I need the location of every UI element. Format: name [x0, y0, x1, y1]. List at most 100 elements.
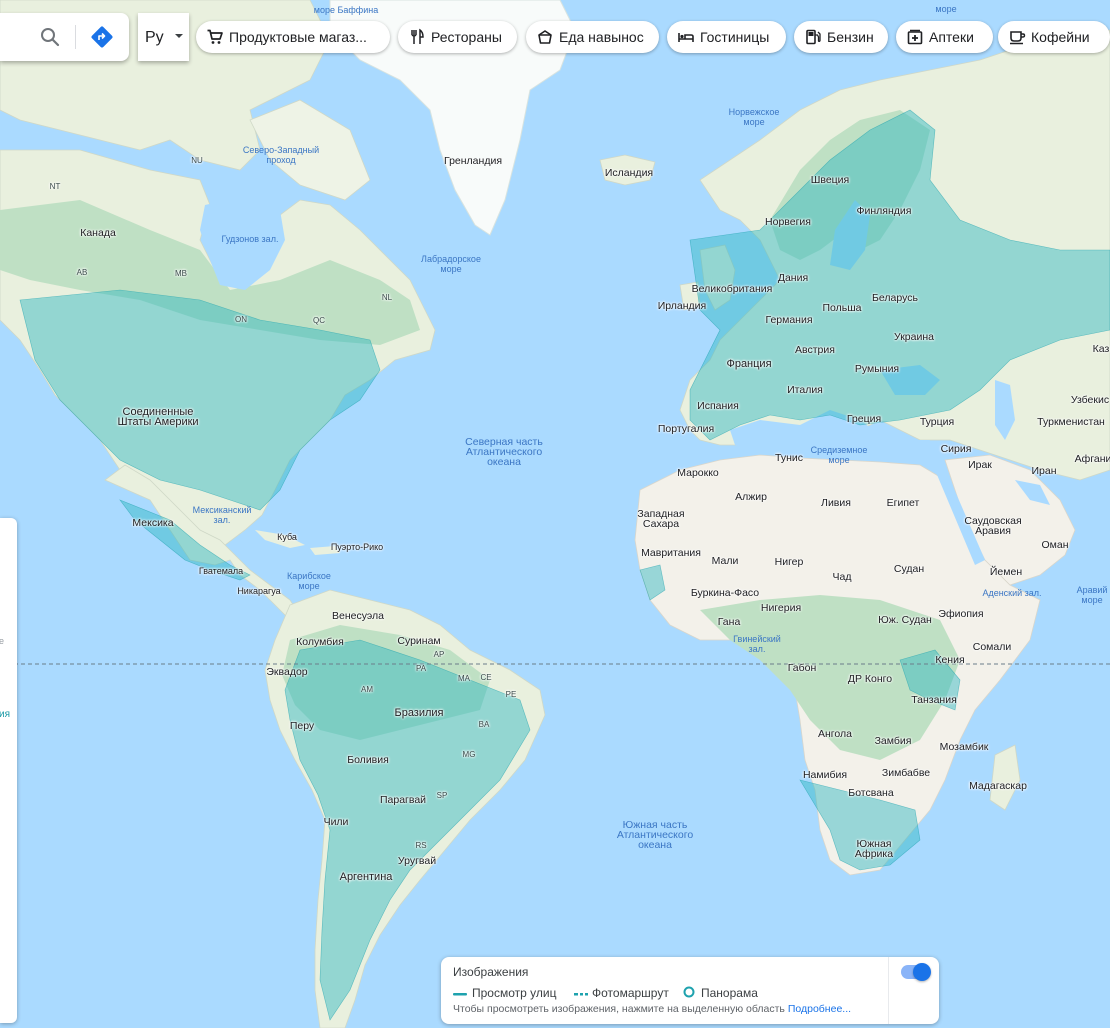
place-namibia[interactable]: Намибия: [803, 770, 847, 781]
side-panel[interactable]: е ия: [0, 518, 17, 1023]
place-egypt[interactable]: Египет: [887, 498, 920, 509]
chip-cafes[interactable]: Кофейни: [998, 21, 1110, 53]
place-niger[interactable]: Нигер: [775, 557, 804, 568]
place-brazil[interactable]: Бразилия: [394, 708, 443, 719]
place-algeria[interactable]: Алжир: [735, 492, 767, 503]
place-kenya[interactable]: Кения: [935, 655, 964, 666]
legend-hint-text: Чтобы просмотреть изображения, нажмите н…: [453, 1003, 785, 1015]
place-colombia[interactable]: Колумбия: [296, 637, 344, 648]
place-greenland[interactable]: Гренландия: [444, 156, 502, 167]
place-argentina[interactable]: Аргентина: [340, 872, 393, 883]
place-morocco[interactable]: Марокко: [677, 468, 719, 479]
place-sudan[interactable]: Судан: [894, 564, 924, 575]
place-paraguay[interactable]: Парагвай: [380, 795, 426, 806]
place-bolivia[interactable]: Боливия: [347, 755, 389, 766]
place-kazakhstan[interactable]: Каз: [1093, 344, 1110, 355]
legend-item-street-view: Просмотр улиц: [453, 986, 556, 1000]
place-tunisia[interactable]: Тунис: [775, 453, 803, 464]
place-ukraine[interactable]: Украина: [894, 332, 934, 343]
place-somalia[interactable]: Сомали: [973, 642, 1011, 653]
chip-pharmacies[interactable]: Аптеки: [896, 21, 993, 53]
place-dr-congo[interactable]: ДР Конго: [848, 674, 892, 685]
side-panel-fragment: е: [0, 636, 5, 646]
water-label-mediterranean: Средиземное море: [810, 445, 868, 465]
place-nigeria[interactable]: Нигерия: [761, 603, 801, 614]
place-ecuador[interactable]: Эквадор: [266, 667, 307, 678]
place-uzbekistan[interactable]: Узбекис: [1071, 395, 1109, 406]
place-romania[interactable]: Румыния: [855, 364, 899, 375]
place-angola[interactable]: Ангола: [818, 729, 852, 740]
place-south-africa[interactable]: Южная Африка: [855, 839, 893, 860]
place-norway[interactable]: Норвегия: [765, 217, 811, 228]
search-icon[interactable]: [38, 25, 62, 49]
place-iceland[interactable]: Исландия: [605, 168, 653, 179]
place-sweden[interactable]: Швеция: [811, 175, 850, 186]
place-chad[interactable]: Чад: [833, 572, 852, 583]
place-uk[interactable]: Великобритания: [692, 284, 773, 295]
water-label-norwegian: Норвежское море: [728, 107, 780, 127]
place-turkey[interactable]: Турция: [920, 417, 954, 428]
place-libya[interactable]: Ливия: [821, 498, 851, 509]
place-mauritania[interactable]: Мавритания: [641, 548, 701, 559]
place-venezuela[interactable]: Венесуэла: [332, 611, 384, 622]
place-finland[interactable]: Финляндия: [857, 206, 912, 217]
place-gabon[interactable]: Габон: [788, 663, 817, 674]
world-map[interactable]: [0, 0, 1110, 1028]
legend-item-panorama: Панорама: [683, 986, 758, 1000]
place-belarus[interactable]: Беларусь: [872, 293, 918, 304]
place-peru[interactable]: Перу: [290, 721, 314, 732]
place-afghanistan[interactable]: Афгани: [1075, 454, 1110, 465]
learn-more-link[interactable]: Подробнее...: [788, 1003, 851, 1015]
place-ethiopia[interactable]: Эфиопия: [938, 609, 983, 620]
place-poland[interactable]: Польша: [822, 303, 861, 314]
place-uruguay[interactable]: Уругвай: [398, 856, 436, 867]
place-suriname[interactable]: Суринам: [397, 636, 440, 647]
place-madagascar[interactable]: Мадагаскар: [969, 781, 1027, 792]
region-abbrev: MA: [458, 674, 470, 683]
place-botswana[interactable]: Ботсвана: [848, 788, 893, 799]
directions-icon[interactable]: [90, 25, 114, 49]
imagery-toggle[interactable]: [901, 963, 931, 981]
place-spain[interactable]: Испания: [697, 401, 739, 412]
place-cuba[interactable]: Куба: [277, 532, 297, 542]
place-iraq[interactable]: Ирак: [968, 460, 992, 471]
chip-hotels[interactable]: Гостиницы: [667, 21, 786, 53]
place-puerto-rico[interactable]: Пуэрто-Рико: [331, 542, 383, 552]
place-usa[interactable]: Соединенные Штаты Америки: [117, 407, 198, 428]
place-greece[interactable]: Греция: [847, 414, 881, 425]
chip-gas[interactable]: Бензин: [794, 21, 888, 53]
place-mozambique[interactable]: Мозамбик: [940, 742, 989, 753]
place-iran[interactable]: Иран: [1031, 466, 1056, 477]
place-austria[interactable]: Австрия: [795, 345, 835, 356]
place-western-sahara[interactable]: Западная Сахара: [637, 509, 684, 530]
place-tanzania[interactable]: Танзания: [911, 695, 957, 706]
place-portugal[interactable]: Португалия: [658, 424, 714, 435]
place-mexico[interactable]: Мексика: [132, 518, 173, 529]
place-zimbabwe[interactable]: Зимбабве: [882, 768, 930, 779]
chip-groceries[interactable]: Продуктовые магаз...: [196, 21, 390, 53]
place-italy[interactable]: Италия: [787, 385, 823, 396]
place-syria[interactable]: Сирия: [941, 444, 972, 455]
place-burkina-faso[interactable]: Буркина-Фасо: [691, 588, 759, 599]
place-yemen[interactable]: Йемен: [990, 567, 1022, 578]
water-label-hudson: Гудзонов зал.: [221, 234, 279, 244]
place-chile[interactable]: Чили: [324, 817, 349, 828]
place-canada[interactable]: Канада: [80, 228, 116, 239]
place-denmark[interactable]: Дания: [778, 273, 808, 284]
chip-restaurants[interactable]: Рестораны: [398, 21, 517, 53]
place-nicaragua[interactable]: Никарагуа: [237, 586, 280, 596]
place-france[interactable]: Франция: [726, 359, 771, 370]
legend-item-label: Просмотр улиц: [472, 986, 557, 1000]
place-zambia[interactable]: Замбия: [875, 736, 912, 747]
place-turkmenistan[interactable]: Туркменистан: [1037, 417, 1105, 428]
layer-selector[interactable]: Ру: [138, 13, 189, 61]
place-guatemala[interactable]: Гватемала: [199, 566, 243, 576]
place-germany[interactable]: Германия: [765, 315, 812, 326]
place-mali[interactable]: Мали: [712, 556, 739, 567]
place-saudi-arabia[interactable]: Саудовская Аравия: [964, 516, 1021, 537]
place-oman[interactable]: Оман: [1041, 540, 1068, 551]
chip-takeout[interactable]: Еда навынос: [526, 21, 659, 53]
place-ghana[interactable]: Гана: [718, 617, 741, 628]
place-ireland[interactable]: Ирландия: [658, 301, 706, 312]
place-south-sudan[interactable]: Юж. Судан: [878, 615, 932, 626]
